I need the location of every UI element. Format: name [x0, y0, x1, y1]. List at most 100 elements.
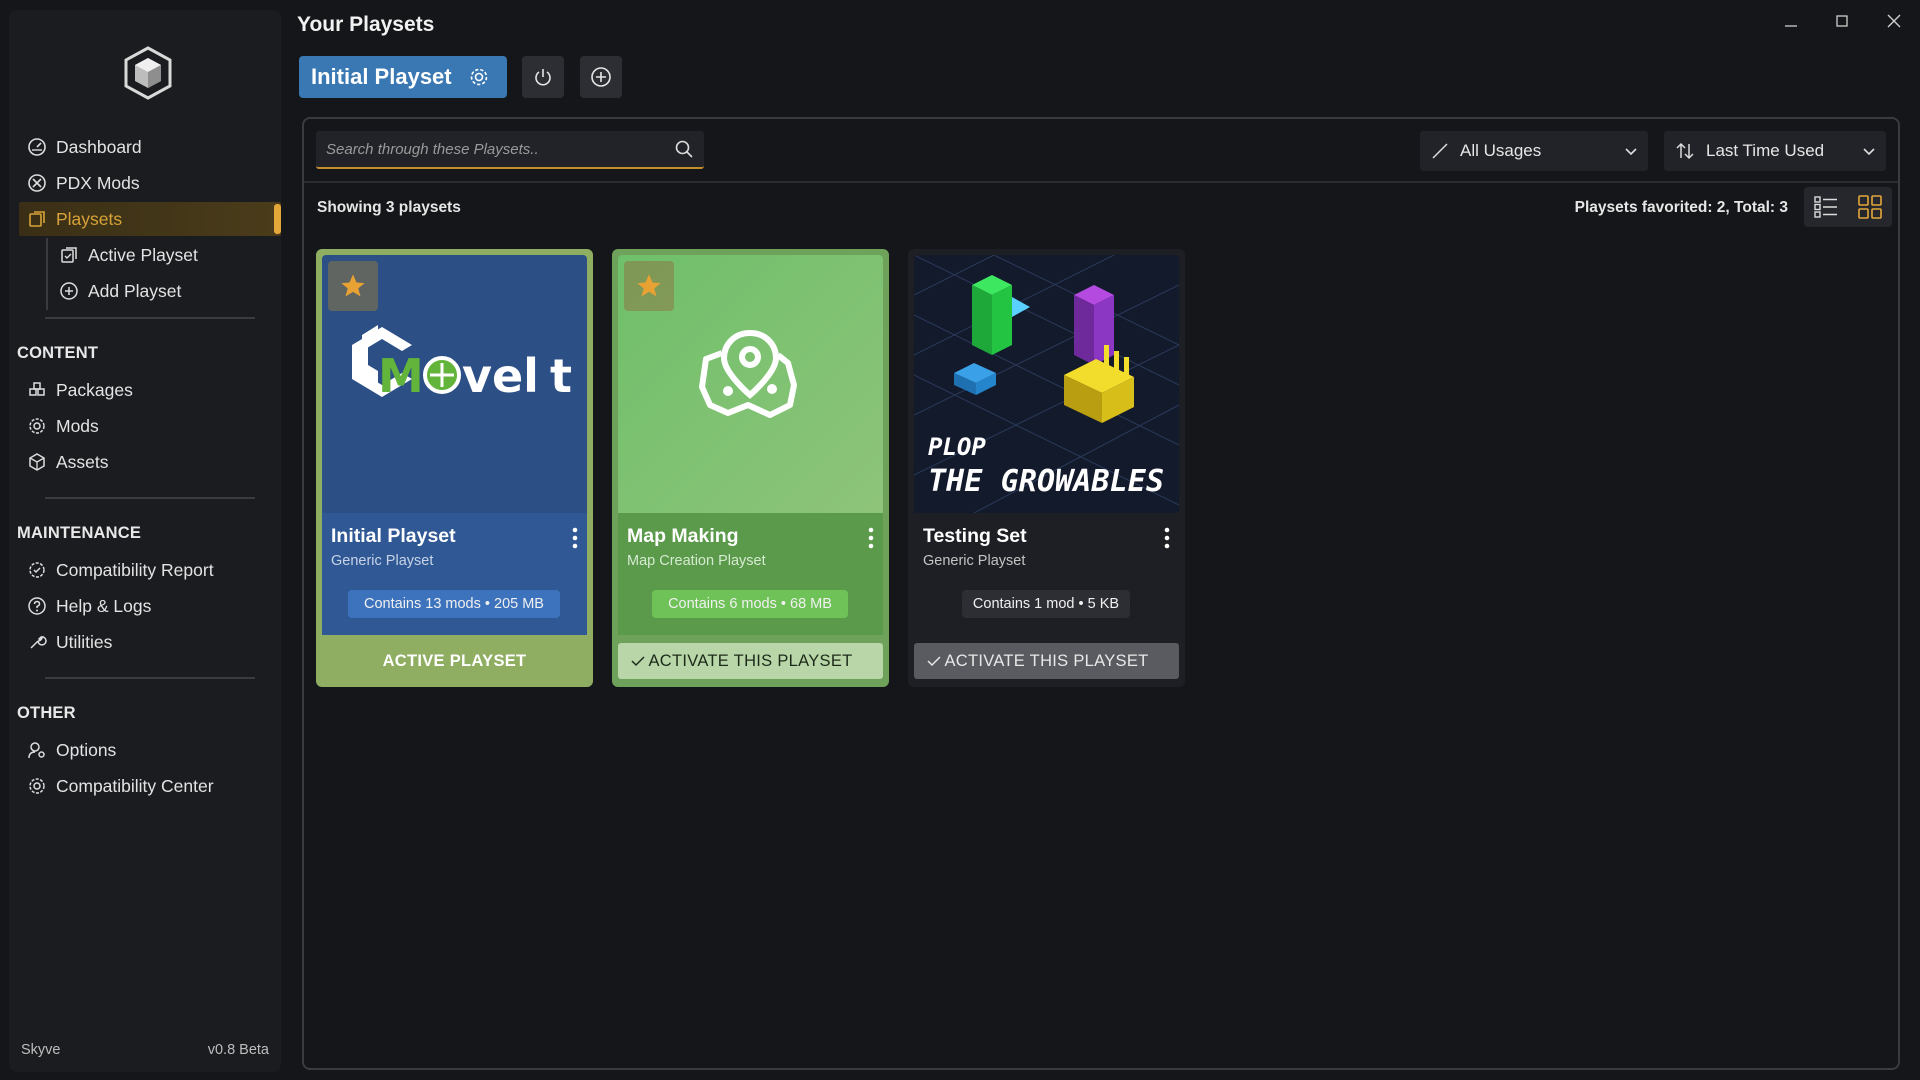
sort-dropdown[interactable]: Last Time Used [1664, 131, 1886, 171]
compatibility-report-icon [26, 559, 48, 581]
app-version: v0.8 Beta [207, 1042, 269, 1058]
compatibility-center-icon [26, 775, 48, 797]
usage-icon [1430, 141, 1450, 161]
current-playset-button[interactable]: Initial Playset [299, 56, 507, 98]
activate-playset-button[interactable]: ACTIVATE THIS PLAYSET [618, 643, 883, 679]
search-icon[interactable] [674, 139, 694, 159]
star-icon [635, 272, 663, 300]
playset-card-initial[interactable]: M vel t Initial Playset Generic Playset … [316, 249, 593, 687]
star-icon [339, 272, 367, 300]
playsets-panel: All Usages Last Time Used Showing 3 play… [302, 117, 1900, 1070]
favorite-button[interactable] [624, 261, 674, 311]
sidebar-item-label: Dashboard [56, 136, 142, 157]
divider [45, 677, 255, 679]
playset-info: Map Making Map Creation Playset Contains… [618, 513, 883, 635]
sidebar-item-dashboard[interactable]: Dashboard [19, 130, 281, 164]
usage-filter-label: All Usages [1460, 141, 1542, 160]
paradox-icon [26, 172, 48, 194]
playset-info: Initial Playset Generic Playset Contains… [322, 513, 587, 635]
thumb-title-line1: PLOP [928, 433, 986, 461]
more-options-icon[interactable] [867, 527, 875, 549]
sidebar-item-add-playset[interactable]: Add Playset [51, 274, 281, 308]
playset-info: Testing Set Generic Playset Contains 1 m… [914, 513, 1179, 635]
showing-count: Showing 3 playsets [317, 199, 461, 216]
thumb-logo-letter-m: M [378, 349, 424, 403]
playset-name: Initial Playset [331, 525, 456, 547]
sidebar-item-options[interactable]: Options [19, 733, 281, 767]
checkmark-icon [630, 653, 646, 669]
playset-type: Generic Playset [923, 553, 1026, 569]
section-title-maintenance: MAINTENANCE [17, 524, 142, 542]
sidebar-item-pdx-mods[interactable]: PDX Mods [19, 166, 281, 200]
sidebar-item-compatibility-center[interactable]: Compatibility Center [19, 769, 281, 803]
thumb-logo-letter-t: t [550, 349, 572, 403]
sidebar-item-label: Active Playset [88, 244, 198, 265]
panel-divider [304, 181, 1898, 183]
sidebar-item-label: Packages [56, 379, 133, 400]
playset-type: Generic Playset [331, 553, 434, 569]
sub-nav-line [46, 238, 48, 310]
sidebar: Dashboard PDX Mods Playsets Active Plays… [9, 10, 281, 1072]
active-playset-label: ACTIVE PLAYSET [322, 643, 587, 679]
current-playset-name: Initial Playset [311, 64, 452, 89]
sidebar-item-label: PDX Mods [56, 172, 140, 193]
sidebar-item-assets[interactable]: Assets [19, 445, 281, 479]
chevron-down-icon [1624, 144, 1638, 158]
usage-filter-dropdown[interactable]: All Usages [1420, 131, 1648, 171]
sidebar-item-mods[interactable]: Mods [19, 409, 281, 443]
sidebar-item-label: Compatibility Report [56, 559, 214, 580]
section-title-content: CONTENT [17, 344, 99, 362]
playset-name: Map Making [627, 525, 739, 547]
sidebar-item-playsets[interactable]: Playsets [19, 202, 281, 236]
thumb-logo-text: vel [462, 349, 539, 403]
add-circle-icon [58, 280, 80, 302]
sidebar-item-label: Playsets [56, 208, 123, 229]
power-button[interactable] [522, 56, 564, 98]
playset-thumbnail: PLOP THE GROWABLES [914, 255, 1179, 513]
more-options-icon[interactable] [1163, 527, 1171, 549]
sidebar-item-label: Options [56, 739, 117, 760]
search-input[interactable] [326, 140, 674, 158]
activate-playset-button[interactable]: ACTIVATE THIS PLAYSET [914, 643, 1179, 679]
favorite-button[interactable] [328, 261, 378, 311]
sidebar-item-packages[interactable]: Packages [19, 373, 281, 407]
active-playset-icon [58, 244, 80, 266]
list-view-icon[interactable] [1813, 194, 1839, 220]
wrench-icon [26, 631, 48, 653]
gear-icon[interactable] [468, 66, 490, 88]
grid-view-icon[interactable] [1857, 194, 1883, 220]
sidebar-item-label: Mods [56, 415, 99, 436]
close-icon[interactable] [1883, 10, 1905, 32]
more-options-icon[interactable] [571, 527, 579, 549]
sidebar-item-active-playset[interactable]: Active Playset [51, 238, 281, 272]
playset-name: Testing Set [923, 525, 1027, 547]
checkmark-icon [926, 653, 942, 669]
search-box [316, 131, 704, 169]
sidebar-item-label: Assets [56, 451, 109, 472]
sort-icon [1674, 140, 1696, 162]
favorites-count: Playsets favorited: 2, Total: 3 [1574, 199, 1788, 216]
section-title-other: OTHER [17, 704, 76, 722]
action-label: ACTIVE PLAYSET [382, 651, 527, 670]
app-name: Skyve [21, 1042, 61, 1058]
sidebar-item-label: Add Playset [88, 280, 182, 301]
playset-contents: Contains 1 mod • 5 KB [962, 590, 1130, 618]
sidebar-item-compatibility-report[interactable]: Compatibility Report [19, 553, 281, 587]
minimize-icon[interactable] [1780, 10, 1802, 32]
playset-card-map-making[interactable]: Map Making Map Creation Playset Contains… [612, 249, 889, 687]
thumb-title-line2: THE GROWABLES [928, 464, 1164, 499]
sidebar-item-utilities[interactable]: Utilities [19, 625, 281, 659]
options-icon [26, 739, 48, 761]
playset-card-testing-set[interactable]: PLOP THE GROWABLES Testing Set Generic P… [908, 249, 1185, 687]
active-indicator [274, 204, 281, 234]
action-label: ACTIVATE THIS PLAYSET [648, 651, 853, 670]
dashboard-icon [26, 136, 48, 158]
skyve-logo-icon[interactable] [123, 46, 173, 100]
sidebar-item-help-logs[interactable]: Help & Logs [19, 589, 281, 623]
page-title: Your Playsets [297, 13, 435, 36]
divider [45, 497, 255, 499]
playset-type: Map Creation Playset [627, 553, 766, 569]
maximize-icon[interactable] [1831, 10, 1853, 32]
add-circle-icon [590, 66, 612, 88]
add-playset-button[interactable] [580, 56, 622, 98]
